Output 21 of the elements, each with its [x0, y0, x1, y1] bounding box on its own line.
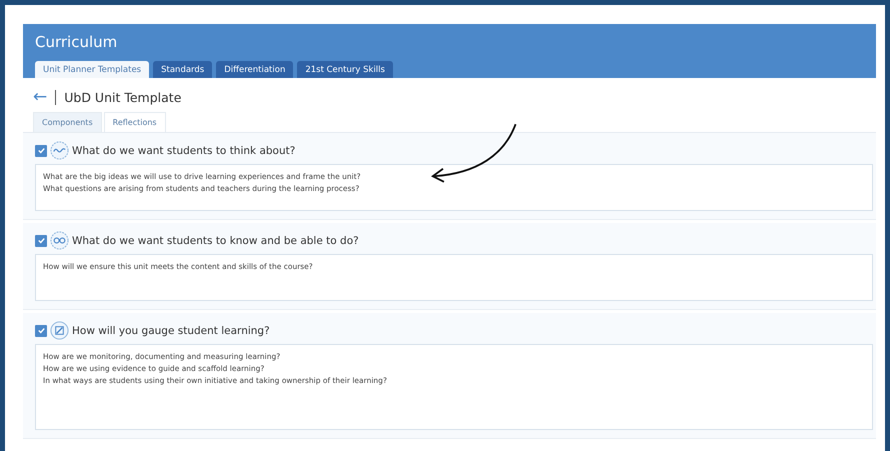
- glasses-icon: [50, 231, 69, 250]
- app-title: Curriculum: [35, 33, 118, 51]
- pencil-icon: [50, 321, 69, 340]
- tab[interactable]: 21st Century Skills: [297, 61, 393, 78]
- check-icon: [36, 326, 46, 335]
- check-icon: [36, 236, 46, 245]
- checkbox[interactable]: [35, 234, 47, 246]
- wave-icon: [50, 141, 69, 160]
- question-label: How will you gauge student learning?: [72, 324, 270, 336]
- question-label: What do we want students to think about?: [72, 144, 296, 156]
- checkbox[interactable]: [35, 144, 47, 156]
- tab[interactable]: Components: [33, 112, 102, 132]
- tab[interactable]: Unit Planner Templates: [35, 61, 150, 78]
- tab[interactable]: Reflections: [104, 112, 166, 132]
- checkbox[interactable]: [35, 324, 47, 336]
- tab[interactable]: Differentiation: [216, 61, 294, 78]
- check-icon: [36, 146, 46, 155]
- tab[interactable]: Standards: [153, 61, 212, 78]
- question-label: What do we want students to know and be able to do?: [72, 234, 359, 246]
- page-title: UbD Unit Template: [64, 90, 182, 105]
- back-button[interactable]: ←: [33, 89, 48, 106]
